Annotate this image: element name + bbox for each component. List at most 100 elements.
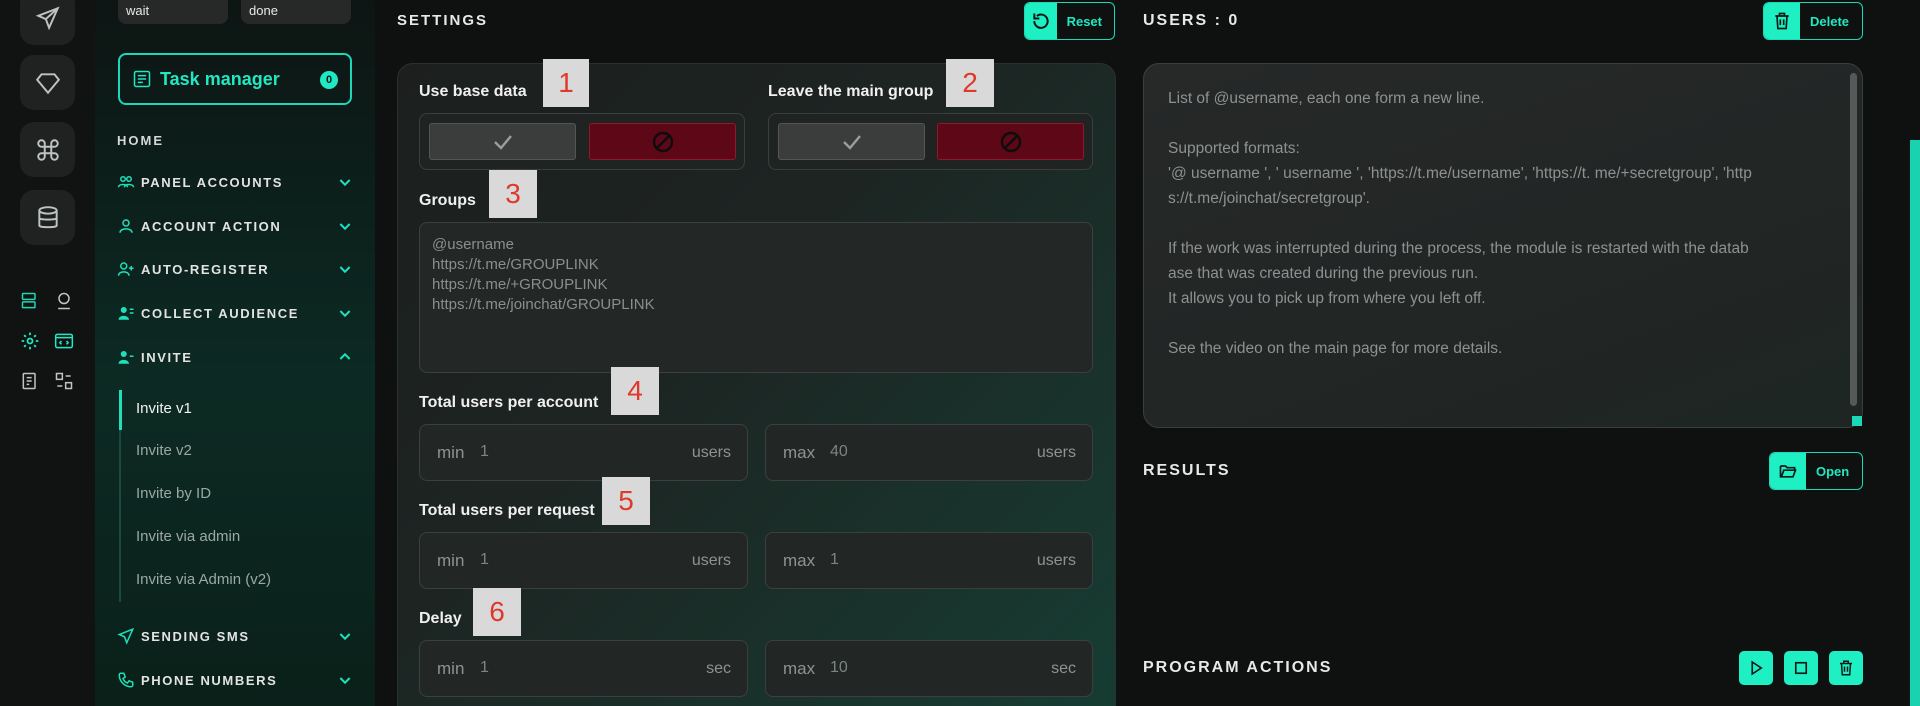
field-unit: sec [706,660,731,677]
sub-invite-v2[interactable]: Invite v2 [136,442,192,459]
database-icon [37,205,58,228]
users-title: USERS : 0 [1143,12,1240,29]
nav-phone-numbers[interactable]: PHONE NUMBERS [117,669,353,691]
nav-home[interactable]: HOME [117,133,164,148]
users-icon [117,176,135,188]
clear-button[interactable] [1829,651,1863,685]
icon-rail [0,0,95,706]
server-icon[interactable] [19,290,41,312]
stop-button[interactable] [1784,651,1818,685]
nav-label: SENDING SMS [141,628,250,644]
play-icon [1751,660,1763,676]
block-icon [1000,131,1021,152]
sub-invite-by-id[interactable]: Invite by ID [136,485,211,502]
user-pin-icon[interactable] [53,290,75,312]
groups-textarea[interactable]: @username https://t.me/GROUPLINK https:/… [419,222,1093,373]
field-prefix: max [783,659,816,678]
flow-icon[interactable] [53,370,75,392]
nav-label: INVITE [141,349,193,365]
reset-label: Reset [1066,13,1102,29]
total-users-per-request-label: Total users per request [419,502,595,519]
sidebar: wait done Task manager 0 HOME PANEL ACCO… [95,0,375,706]
groups-label: Groups [419,192,476,209]
user-icon [119,219,133,233]
status-pill-wait[interactable]: wait [118,0,228,24]
open-results-button[interactable]: Open [1769,452,1863,490]
field-prefix: min [437,551,465,570]
results-title: RESULTS [1143,462,1231,479]
use-base-data-toggle [419,113,745,170]
nav-label: COLLECT AUDIENCE [141,305,300,321]
marker-2: 2 [946,59,994,107]
user-invite-icon [118,351,134,364]
leave-main-group-no[interactable] [937,123,1084,160]
users-scrollbar[interactable] [1850,73,1857,406]
chevron-down-icon [339,266,351,274]
task-manager-icon [133,70,151,88]
leave-main-group-label: Leave the main group [768,83,934,100]
per-account-max-field[interactable]: max 40 users [765,424,1093,481]
command-rail-button[interactable] [20,122,75,177]
database-rail-button[interactable] [20,190,75,245]
field-unit: users [691,444,731,461]
document-icon[interactable] [19,370,41,392]
trash-icon [1775,12,1789,30]
check-icon [842,134,861,150]
total-users-per-account-label: Total users per account [419,394,599,411]
field-unit: users [1036,552,1076,569]
marker-6: 6 [473,588,521,636]
use-base-data-yes[interactable] [429,123,576,160]
chevron-down-icon [339,633,351,641]
field-unit: sec [1051,660,1076,677]
leave-main-group-yes[interactable] [778,123,925,160]
field-value: 10 [830,659,848,676]
field-prefix: max [783,443,816,462]
nav-auto-register[interactable]: AUTO-REGISTER [117,258,353,280]
status-pill-done[interactable]: done [241,0,351,24]
field-value: 1 [480,659,489,676]
nav-label: ACCOUNT ACTION [141,218,282,234]
reset-button[interactable]: Reset [1024,2,1115,40]
sub-invite-via-admin[interactable]: Invite via admin [136,528,240,545]
leave-main-group-toggle [768,113,1093,170]
delete-label: Delete [1810,13,1850,29]
delay-max-field[interactable]: max 10 sec [765,640,1093,697]
field-value: 40 [830,443,848,460]
per-account-min-field[interactable]: min 1 users [419,424,748,481]
nav-sending-sms[interactable]: SENDING SMS [117,625,353,647]
send-rail-button[interactable] [20,0,75,45]
code-window-icon[interactable] [53,330,75,352]
submenu-active-indicator [119,390,122,430]
nav-panel-accounts[interactable]: PANEL ACCOUNTS [117,171,353,193]
folder-open-icon [1779,465,1797,478]
trash-icon [1840,660,1852,676]
nav-invite[interactable]: INVITE [117,346,353,368]
diamond-rail-button[interactable] [20,55,75,110]
delete-button[interactable]: Delete [1763,2,1863,40]
chevron-down-icon [339,223,351,231]
settings-gear-icon[interactable] [19,330,41,352]
users-textarea[interactable]: List of @username, each one form a new l… [1143,63,1863,428]
nav-collect-audience[interactable]: COLLECT AUDIENCE [117,302,353,324]
field-unit: users [1036,444,1076,461]
user-list-icon [118,307,134,320]
delay-min-field[interactable]: min 1 sec [419,640,748,697]
nav-label: PHONE NUMBERS [141,672,278,688]
task-manager-button[interactable]: Task manager 0 [118,53,352,105]
reset-icon [1033,13,1049,29]
per-request-min-field[interactable]: min 1 users [419,532,748,589]
start-button[interactable] [1739,651,1773,685]
nav-account-action[interactable]: ACCOUNT ACTION [117,215,353,237]
page-scrollbar[interactable] [1910,140,1920,706]
sub-invite-v1[interactable]: Invite v1 [136,400,192,417]
delay-label: Delay [419,610,462,627]
task-count-badge: 0 [320,71,338,89]
resize-handle[interactable] [1852,416,1862,426]
diamond-icon [35,72,60,94]
marker-4: 4 [611,367,659,415]
per-request-max-field[interactable]: max 1 users [765,532,1093,589]
marker-1: 1 [543,59,589,107]
field-prefix: min [437,659,465,678]
sub-invite-via-admin-v2[interactable]: Invite via Admin (v2) [136,571,271,588]
use-base-data-no[interactable] [589,123,736,160]
